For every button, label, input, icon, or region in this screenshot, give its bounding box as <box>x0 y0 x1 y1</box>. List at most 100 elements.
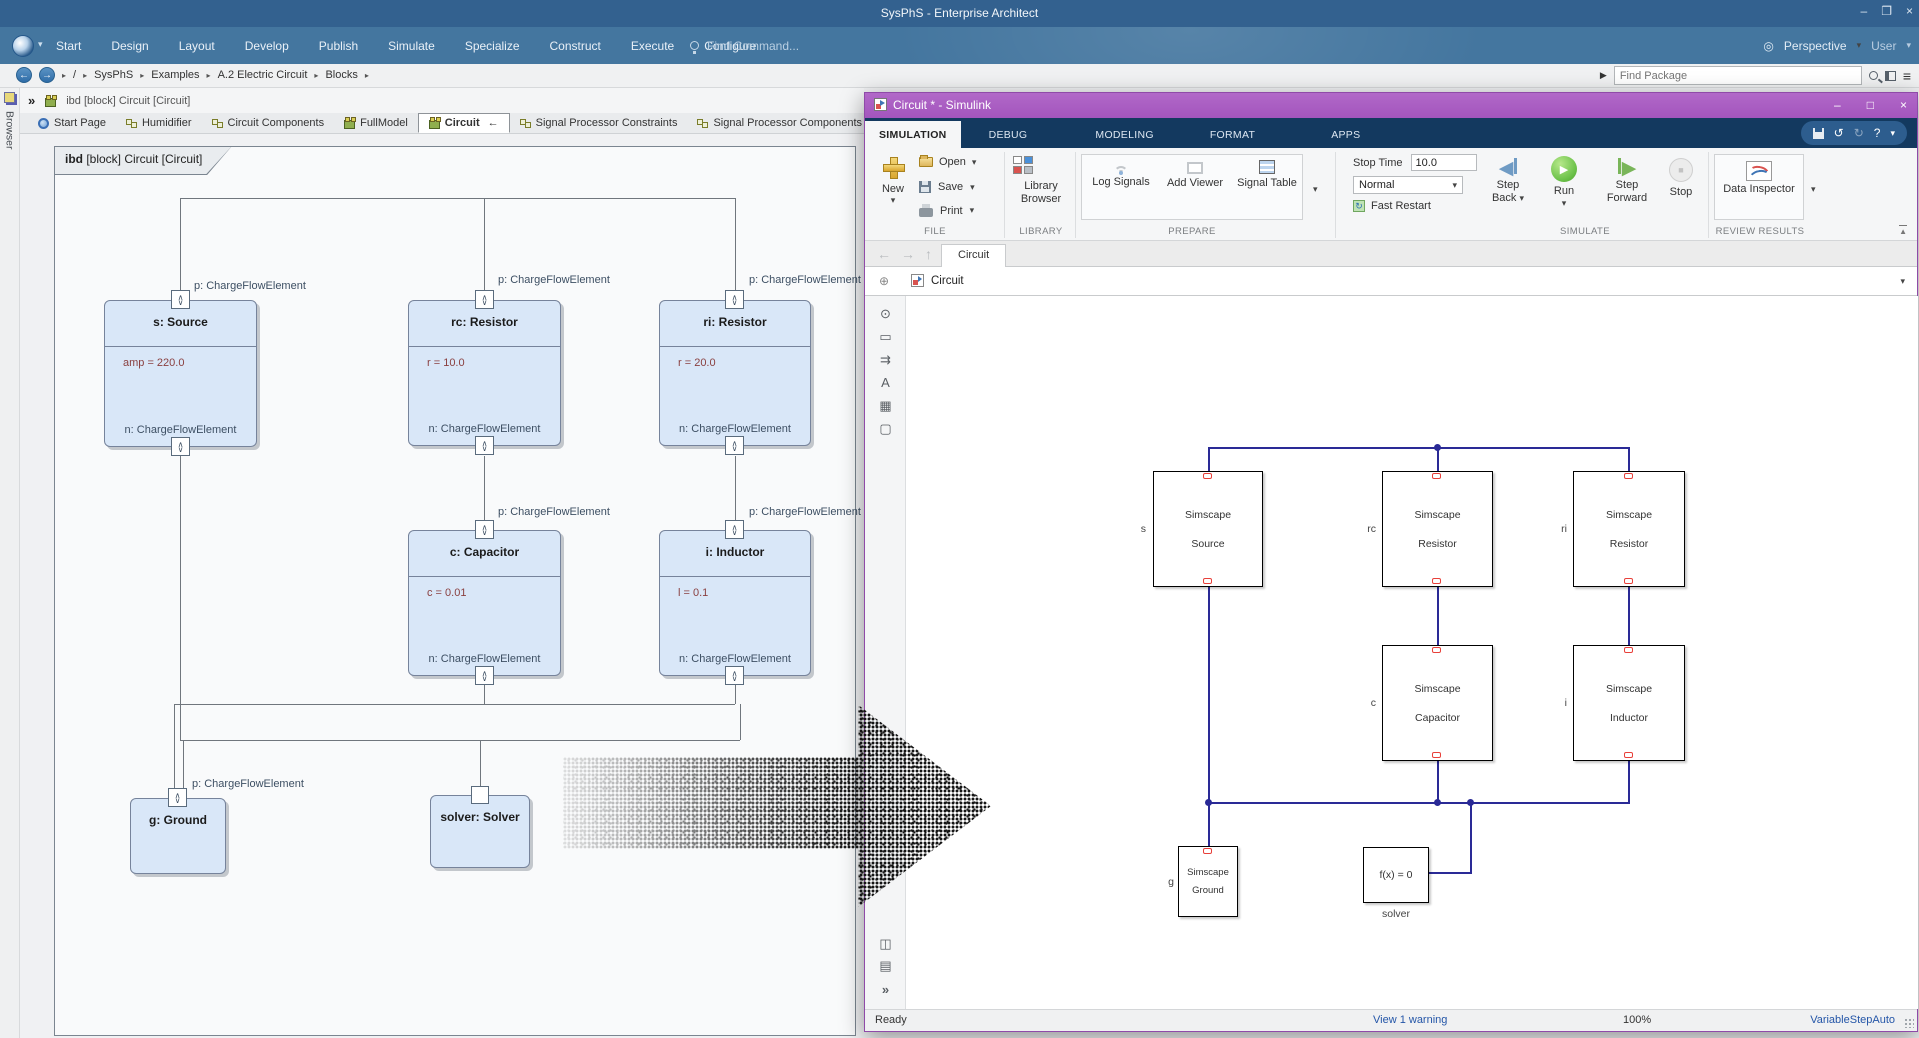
stop-button[interactable]: ■ Stop <box>1663 158 1699 199</box>
block-source[interactable]: Simscape Source <box>1153 471 1263 587</box>
print-dropdown-icon[interactable]: ▾ <box>970 205 975 216</box>
part-capacitor[interactable]: c: Capacitor c = 0.01 n: ChargeFlowEleme… <box>408 530 561 676</box>
fast-restart-toggle[interactable]: ↻ Fast Restart <box>1353 200 1431 212</box>
tab-signal-processor-constraints[interactable]: Signal Processor Constraints <box>510 113 688 133</box>
breadcrumb-blocks[interactable]: Blocks <box>325 69 357 81</box>
port-p-ground[interactable]: ∧∨ <box>168 788 187 807</box>
port-n-ri[interactable]: ∧∨ <box>725 436 744 455</box>
save-button[interactable]: Save▾ <box>919 181 975 193</box>
find-command[interactable]: Find Command... <box>690 27 799 64</box>
annotation-icon[interactable]: A <box>865 375 906 390</box>
ribbon-tab-debug[interactable]: DEBUG <box>975 121 1042 148</box>
image-icon[interactable]: ▦ <box>865 398 906 414</box>
log-signals-button[interactable]: Log Signals <box>1091 160 1151 189</box>
model-forward-icon[interactable]: → <box>901 246 915 262</box>
block-solver[interactable]: f(x) = 0 <box>1363 847 1429 903</box>
hamburger-menu-icon[interactable]: ≡ <box>1903 68 1911 84</box>
port-p-source[interactable]: ∧∨ <box>171 290 190 309</box>
breadcrumb-electric-circuit[interactable]: A.2 Electric Circuit <box>218 69 308 81</box>
menu-publish[interactable]: Publish <box>319 39 358 53</box>
overflow-chevrons-icon[interactable]: » <box>28 93 35 108</box>
help-icon[interactable]: ? <box>1874 126 1881 140</box>
port-p-inductor[interactable]: ∧∨ <box>725 520 744 539</box>
dock-window-icon[interactable] <box>4 92 15 103</box>
resize-grip[interactable] <box>1904 1018 1914 1028</box>
fit-view-icon[interactable]: ▭ <box>865 329 906 345</box>
nav-back-button[interactable]: ← <box>16 67 32 83</box>
sl-minimize-button[interactable]: – <box>1834 98 1841 112</box>
toolbar-expand-icon[interactable]: ▶ <box>1600 70 1607 81</box>
menu-develop[interactable]: Develop <box>245 39 289 53</box>
ribbon-tab-apps[interactable]: APPS <box>1317 121 1374 148</box>
port-n-rc[interactable]: ∧∨ <box>475 436 494 455</box>
signal-table-button[interactable]: Signal Table <box>1237 160 1297 190</box>
ea-logo-dropdown-icon[interactable]: ▾ <box>38 39 43 50</box>
user-menu[interactable]: User <box>1871 39 1896 53</box>
block-capacitor[interactable]: Simscape Capacitor <box>1382 645 1493 761</box>
breadcrumb-root[interactable]: / <box>73 69 76 81</box>
step-back-dropdown-icon[interactable]: ▾ <box>1520 193 1525 203</box>
tab-humidifier[interactable]: Humidifier <box>116 113 202 133</box>
user-dropdown-icon[interactable]: ▾ <box>1906 40 1911 51</box>
tab-signal-processor-components[interactable]: Signal Processor Components <box>687 113 872 133</box>
tab-back-arrow-icon[interactable]: ← <box>488 117 499 129</box>
ea-minimize-button[interactable]: – <box>1861 4 1868 18</box>
ribbon-tab-modeling[interactable]: MODELING <box>1081 121 1167 148</box>
run-button[interactable]: ▶ Run ▾ <box>1545 156 1583 209</box>
breadcrumb-sysphs[interactable]: SysPhS <box>94 69 133 81</box>
area-icon[interactable]: ▢ <box>865 421 906 437</box>
ea-close-button[interactable]: × <box>1906 4 1913 18</box>
ibd-diagram-canvas[interactable]: ibd [block] Circuit [Circuit] s: Source … <box>20 134 864 1038</box>
tab-circuit[interactable]: Circuit ← <box>418 113 510 133</box>
block-ri-resistor[interactable]: Simscape Resistor <box>1573 471 1685 587</box>
print-button[interactable]: Print▾ <box>919 204 974 217</box>
port-p-ri[interactable]: ∧∨ <box>725 290 744 309</box>
save-dropdown-icon[interactable]: ▾ <box>970 182 975 193</box>
part-solver[interactable]: solver: Solver <box>430 795 530 868</box>
menu-execute[interactable]: Execute <box>631 39 674 53</box>
menu-layout[interactable]: Layout <box>179 39 215 53</box>
expand-rail-icon[interactable]: » <box>865 982 906 997</box>
library-browser-button[interactable]: Library Browser <box>1013 156 1069 206</box>
part-ground[interactable]: g: Ground <box>130 798 226 874</box>
simulink-canvas[interactable]: Simscape Source Simscape Resistor Simsca… <box>906 296 1918 1009</box>
search-icon[interactable] <box>1869 71 1878 80</box>
port-solver[interactable] <box>471 786 489 804</box>
part-source[interactable]: s: Source amp = 220.0 n: ChargeFlowEleme… <box>104 300 257 447</box>
step-back-button[interactable]: ◀ Step Back ▾ <box>1485 158 1531 205</box>
model-breadcrumb[interactable]: Circuit <box>931 275 964 287</box>
model-tab-circuit[interactable]: Circuit <box>941 244 1006 267</box>
quick-save-icon[interactable] <box>1813 128 1824 139</box>
menu-design[interactable]: Design <box>111 39 148 53</box>
prepare-more-dropdown-icon[interactable]: ▾ <box>1313 184 1318 195</box>
signal-routing-icon[interactable]: ⇉ <box>865 352 906 368</box>
layers-icon[interactable]: ▤ <box>865 958 906 974</box>
block-ground[interactable]: Simscape Ground <box>1178 846 1238 917</box>
sl-close-button[interactable]: × <box>1900 98 1907 112</box>
breadcrumb-dropdown-icon[interactable]: ▾ <box>1900 276 1905 287</box>
ribbon-tab-format[interactable]: FORMAT <box>1196 121 1269 148</box>
data-inspector-button[interactable]: Data Inspector <box>1714 154 1804 220</box>
open-button[interactable]: Open▾ <box>919 156 976 168</box>
part-inductor[interactable]: i: Inductor l = 0.1 n: ChargeFlowElement <box>659 530 811 676</box>
browser-dock-tab[interactable]: Browser <box>4 111 16 150</box>
status-warning-link[interactable]: View 1 warning <box>1373 1014 1447 1026</box>
undo-icon[interactable]: ↺ <box>1834 126 1844 140</box>
ribbon-tab-simulation[interactable]: SIMULATION <box>865 121 961 148</box>
block-inductor[interactable]: Simscape Inductor <box>1573 645 1685 761</box>
part-rc-resistor[interactable]: rc: Resistor r = 10.0 n: ChargeFlowEleme… <box>408 300 561 446</box>
collapse-ribbon-button[interactable]: ▲ <box>1899 225 1907 236</box>
perspective-dropdown-icon[interactable]: ▾ <box>1857 40 1862 51</box>
capture-icon[interactable]: ◫ <box>865 936 906 952</box>
status-solver-name[interactable]: VariableStepAuto <box>1810 1014 1895 1026</box>
review-dropdown-icon[interactable]: ▾ <box>1811 184 1816 195</box>
add-viewer-button[interactable]: Add Viewer <box>1165 162 1225 190</box>
stop-time-input[interactable] <box>1411 154 1477 171</box>
port-n-source[interactable]: ∧∨ <box>171 437 190 456</box>
new-dropdown-icon[interactable]: ▾ <box>875 195 911 206</box>
run-dropdown-icon[interactable]: ▾ <box>1545 198 1583 209</box>
open-dropdown-icon[interactable]: ▾ <box>972 157 977 168</box>
block-rc-resistor[interactable]: Simscape Resistor <box>1382 471 1493 587</box>
menu-simulate[interactable]: Simulate <box>388 39 435 53</box>
tab-fullmodel[interactable]: FullModel <box>334 113 418 133</box>
